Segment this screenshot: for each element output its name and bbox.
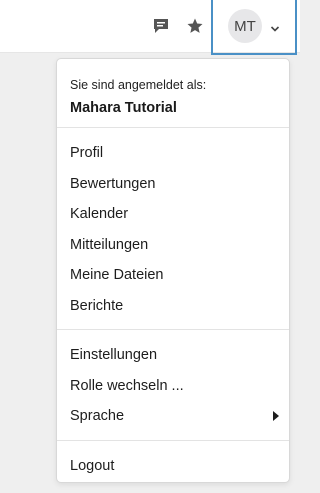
menu-item-rolle-wechseln[interactable]: Rolle wechseln ... [57,371,289,402]
menu-item-sprache-label: Sprache [70,408,125,424]
chat-bubble-icon [152,17,170,35]
menu-item-profil[interactable]: Profil [57,138,289,169]
menu-item-einstellungen[interactable]: Einstellungen [57,340,289,371]
favorites-button[interactable] [183,14,207,38]
menu-group-settings: Einstellungen Rolle wechseln ... Sprache [57,330,289,441]
user-name: Mahara Tutorial [70,100,177,116]
top-navbar: MT [0,0,300,55]
menu-group-main: Profil Bewertungen Kalender Mitteilungen… [57,128,289,330]
menu-item-bewertungen[interactable]: Bewertungen [57,169,289,200]
menu-item-mitteilungen[interactable]: Mitteilungen [57,230,289,261]
caret-right-icon [273,411,279,421]
chevron-down-icon [270,20,280,38]
user-menu-toggle[interactable]: MT [211,0,297,55]
star-icon [186,17,204,35]
menu-item-sprache[interactable]: Sprache [57,401,289,432]
menu-group-logout: Logout [57,441,289,490]
avatar: MT [228,9,262,43]
menu-item-logout[interactable]: Logout [57,451,289,482]
menu-item-kalender[interactable]: Kalender [57,199,289,230]
signed-in-label: Sie sind angemeldet als: [70,78,207,92]
menu-item-meine-dateien[interactable]: Meine Dateien [57,260,289,291]
menu-item-berichte[interactable]: Berichte [57,291,289,322]
user-dropdown-menu: Sie sind angemeldet als: Mahara Tutorial… [56,58,290,483]
menu-header: Sie sind angemeldet als: Mahara Tutorial [57,59,289,128]
messages-button[interactable] [149,14,173,38]
